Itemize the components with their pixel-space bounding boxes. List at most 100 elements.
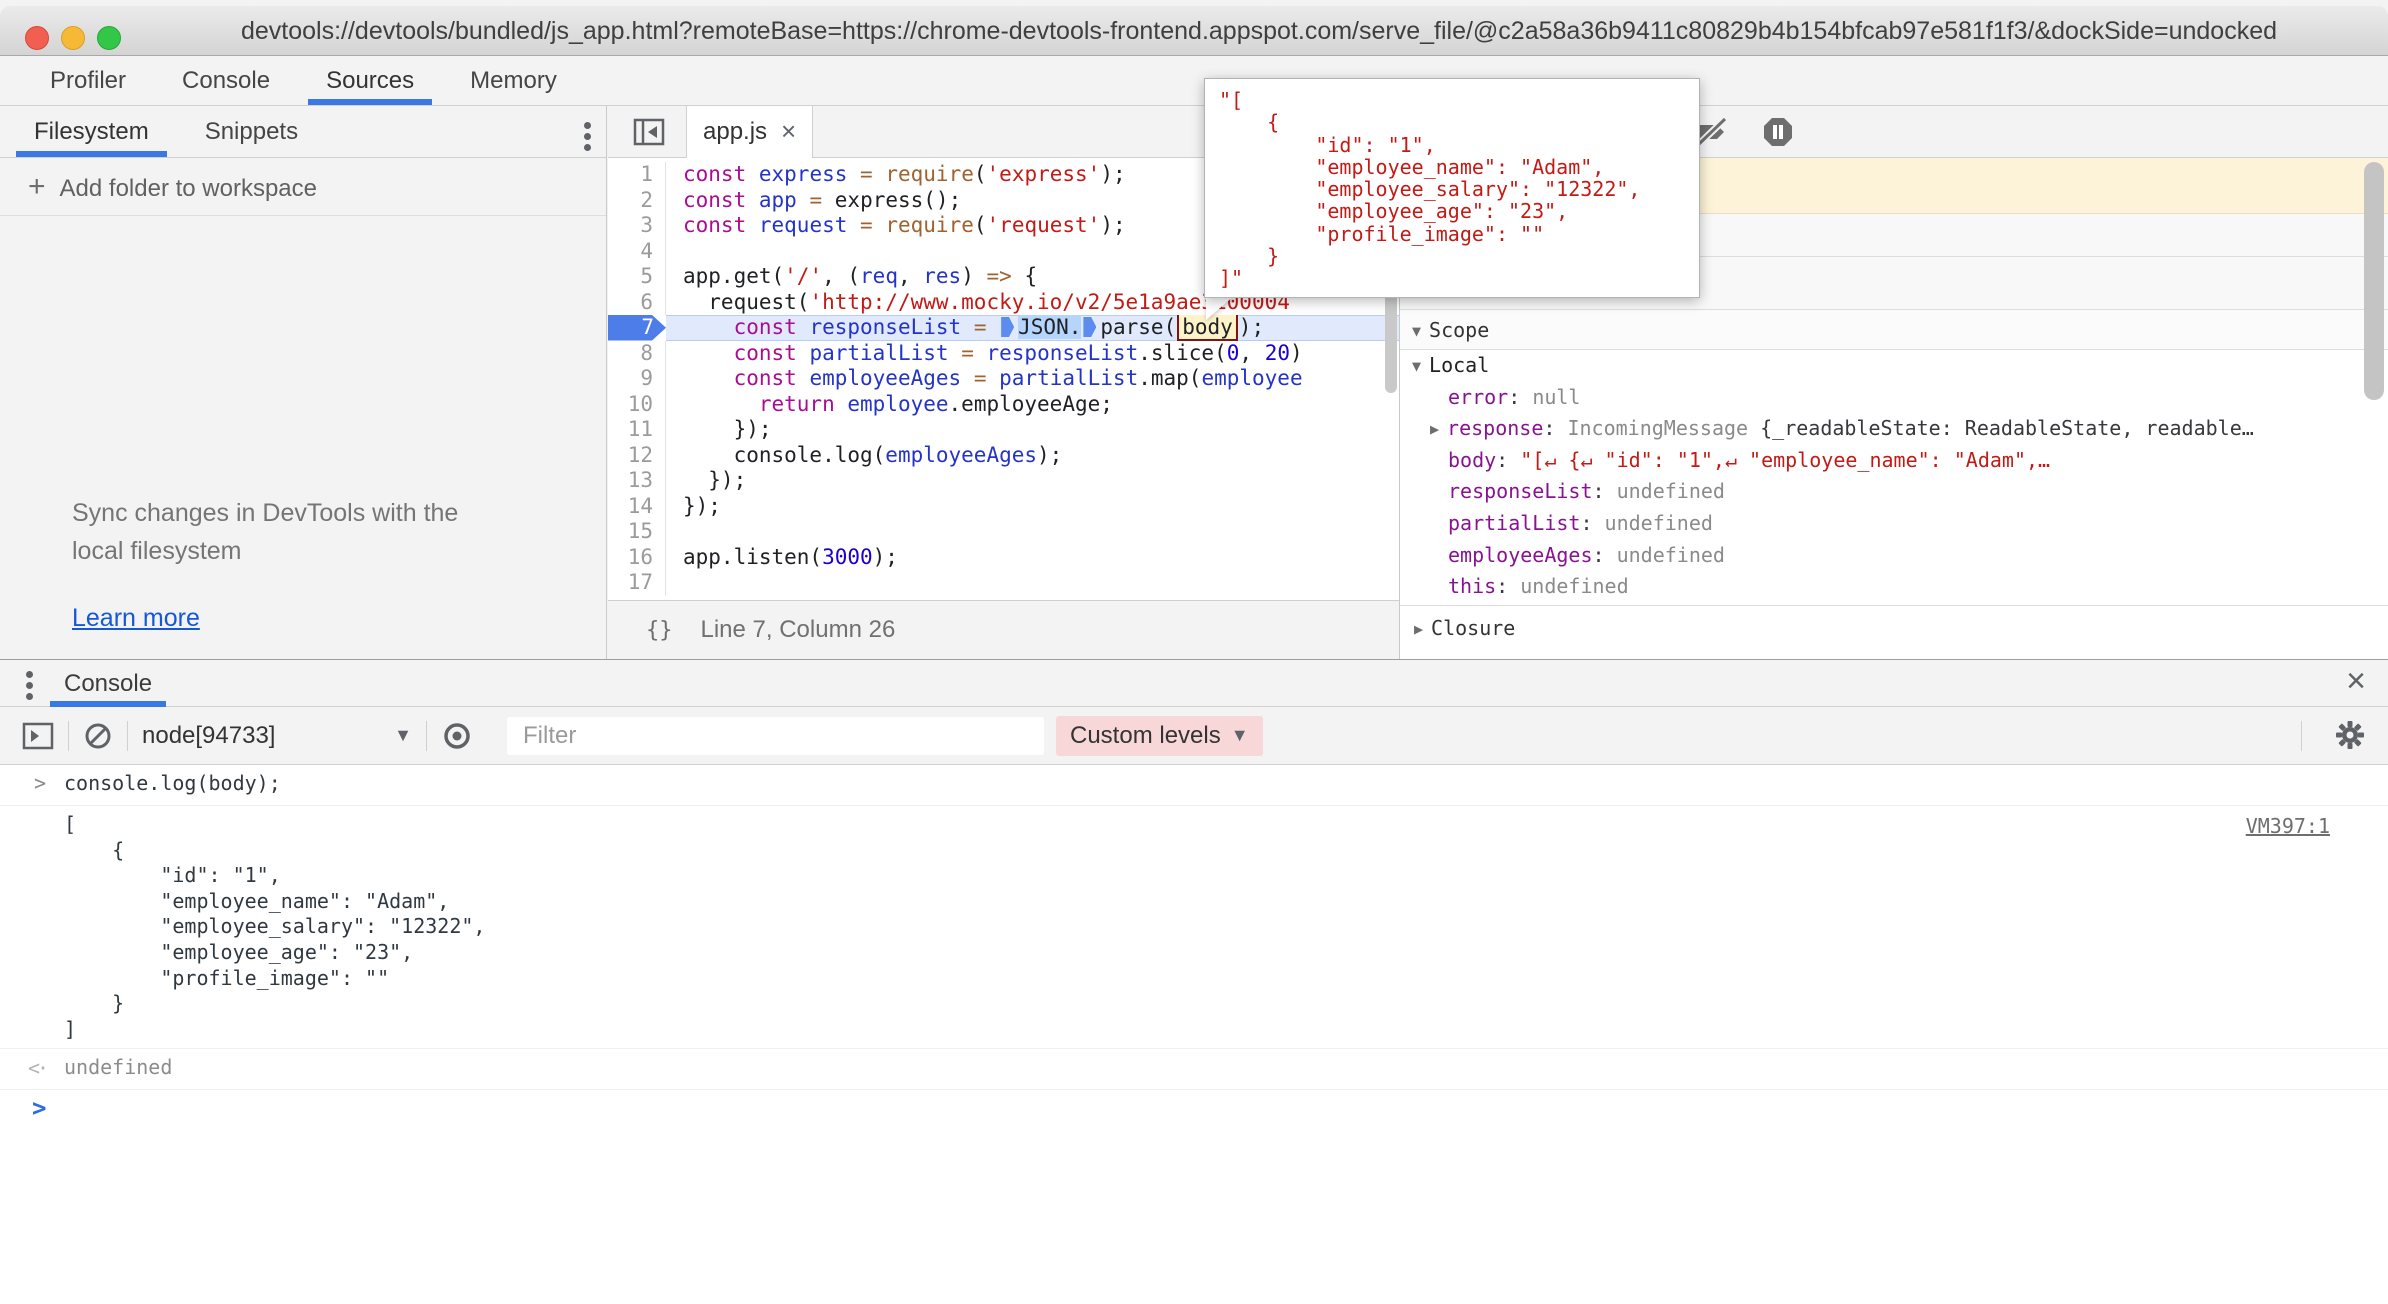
sidebar-vertical-scrollbar[interactable]	[2364, 162, 2384, 400]
line-number[interactable]: 15	[608, 519, 666, 545]
code-line-13[interactable]: 13 });	[608, 468, 1399, 494]
scope-closure-node[interactable]: ▶ Closure	[1400, 605, 2388, 649]
variable-value: undefined	[1520, 574, 1628, 598]
expand-icon[interactable]: ▶	[1430, 420, 1439, 438]
source-location-link[interactable]: VM397:1	[2246, 814, 2330, 840]
expand-icon: ▶	[1414, 620, 1423, 638]
code-line-text: const partialList = responseList.slice(0…	[666, 341, 1399, 367]
scope-local-node[interactable]: ▼Local	[1400, 350, 2388, 382]
custom-levels-dropdown[interactable]: Custom levels ▼	[1056, 716, 1263, 756]
value-preview-tooltip: "[ { "id": "1", "employee_name": "Adam",…	[1204, 78, 1700, 298]
console-output-row[interactable]: [ { "id": "1", "employee_name": "Adam", …	[0, 806, 2388, 1049]
drawer-more-options-icon[interactable]	[26, 667, 34, 704]
close-file-tab-icon[interactable]: ×	[781, 116, 796, 147]
line-number[interactable]: 8	[608, 341, 666, 367]
code-line-7[interactable]: 7 const responseList = JSON.parse(body);	[608, 315, 1399, 341]
clear-console-icon[interactable]	[83, 721, 113, 751]
tab-console[interactable]: Console	[154, 56, 298, 105]
console-prompt-row[interactable]: >	[0, 1090, 2388, 1130]
code-line-9[interactable]: 9 const employeeAges = partialList.map(e…	[608, 366, 1399, 392]
console-input-echo: console.log(body);	[64, 771, 2388, 797]
subtab-snippets[interactable]: Snippets	[177, 106, 326, 157]
variable-name: responseList	[1448, 479, 1593, 503]
line-number[interactable]: 16	[608, 545, 666, 571]
scope-variable-this[interactable]: this: undefined	[1400, 571, 2388, 603]
code-line-10[interactable]: 10 return employee.employeeAge;	[608, 392, 1399, 418]
line-number[interactable]: 5	[608, 264, 666, 290]
code-line-text	[666, 519, 1399, 545]
learn-more-link[interactable]: Learn more	[72, 604, 200, 633]
line-number[interactable]: 10	[608, 392, 666, 418]
file-tab-appjs[interactable]: app.js ×	[686, 106, 813, 158]
line-number[interactable]: 17	[608, 570, 666, 596]
subtab-filesystem[interactable]: Filesystem	[6, 106, 177, 157]
maximize-window-button[interactable]	[97, 26, 121, 50]
code-line-15[interactable]: 15	[608, 519, 1399, 545]
scope-variable-employeeAges[interactable]: employeeAges: undefined	[1400, 540, 2388, 572]
line-number[interactable]: 2	[608, 188, 666, 214]
code-line-11[interactable]: 11 });	[608, 417, 1399, 443]
line-number[interactable]: 3	[608, 213, 666, 239]
line-number[interactable]: 12	[608, 443, 666, 469]
deactivate-breakpoints-icon[interactable]	[1696, 116, 1730, 148]
scope-variable-responseList[interactable]: responseList: undefined	[1400, 476, 2388, 508]
pause-on-exceptions-icon[interactable]	[1762, 116, 1794, 148]
input-echo-chevron-icon: >	[34, 771, 46, 797]
scope-tree: ▼Local error: null▶response: IncomingMes…	[1400, 350, 2388, 603]
tab-console[interactable]: Console	[50, 660, 166, 707]
line-number[interactable]: 11	[608, 417, 666, 443]
code-line-text: const employeeAges = partialList.map(emp…	[666, 366, 1399, 392]
line-number[interactable]: 9	[608, 366, 666, 392]
main-tab-bar: ProfilerConsoleSourcesMemory	[0, 56, 2388, 106]
code-line-12[interactable]: 12 console.log(employeeAges);	[608, 443, 1399, 469]
tab-memory[interactable]: Memory	[442, 56, 585, 105]
execution-line-marker[interactable]: 7	[608, 315, 666, 341]
code-line-text: console.log(employeeAges);	[666, 443, 1399, 469]
code-line-14[interactable]: 14});	[608, 494, 1399, 520]
variable-name: this	[1448, 574, 1496, 598]
scope-variable-partialList[interactable]: partialList: undefined	[1400, 508, 2388, 540]
title-bar[interactable]: devtools://devtools/bundled/js_app.html?…	[0, 6, 2388, 56]
variable-value: null	[1532, 385, 1580, 409]
line-number[interactable]: 13	[608, 468, 666, 494]
tab-profiler[interactable]: Profiler	[22, 56, 154, 105]
line-number[interactable]: 1	[608, 162, 666, 188]
close-drawer-icon[interactable]: ×	[2346, 662, 2366, 701]
line-number[interactable]: 4	[608, 239, 666, 265]
line-number[interactable]: 6	[608, 290, 666, 316]
console-toolbar: node[94733] ▼ Custom levels ▼	[0, 707, 2388, 765]
console-sidebar-toggle-icon[interactable]	[22, 722, 54, 750]
code-line-16[interactable]: 16app.listen(3000);	[608, 545, 1399, 571]
navigator-more-options-icon[interactable]	[584, 118, 592, 155]
code-line-8[interactable]: 8 const partialList = responseList.slice…	[608, 341, 1399, 367]
variable-value: {_readableState: ReadableState, readable…	[1760, 416, 2254, 440]
closure-label: Closure	[1431, 616, 1515, 640]
chevron-down-icon: ▼	[394, 725, 412, 746]
filter-input[interactable]	[507, 717, 1044, 755]
tab-sources[interactable]: Sources	[298, 56, 442, 105]
console-input-echo-row[interactable]: > console.log(body);	[0, 765, 2388, 806]
variable-value: undefined	[1617, 543, 1725, 567]
add-folder-button[interactable]: +Add folder to workspace	[0, 158, 606, 216]
sync-description: Sync changes in DevTools with the local …	[72, 494, 512, 570]
add-folder-label: Add folder to workspace	[60, 175, 317, 202]
close-window-button[interactable]	[25, 26, 49, 50]
line-number[interactable]: 14	[608, 494, 666, 520]
console-settings-gear-icon[interactable]	[2334, 719, 2366, 751]
live-expression-eye-icon[interactable]	[441, 720, 473, 752]
scope-label: Scope	[1429, 318, 1489, 342]
minimize-window-button[interactable]	[61, 26, 85, 50]
execution-context-selector[interactable]: node[94733] ▼	[142, 722, 412, 750]
console-result-value: undefined	[64, 1055, 2388, 1081]
hide-navigator-icon[interactable]	[630, 115, 668, 149]
scope-variable-body[interactable]: body: "[↵ {↵ "id": "1",↵ "employee_name"…	[1400, 445, 2388, 477]
code-line-text	[666, 570, 1399, 596]
pretty-print-icon[interactable]: {}	[646, 618, 673, 643]
chevron-down-icon: ▼	[1231, 725, 1249, 746]
variable-value: undefined	[1617, 479, 1725, 503]
scope-variable-error[interactable]: error: null	[1400, 382, 2388, 414]
console-result-row: <· undefined	[0, 1049, 2388, 1090]
scope-section-header[interactable]: ▼Scope	[1400, 310, 2388, 350]
code-line-17[interactable]: 17	[608, 570, 1399, 596]
scope-variable-response[interactable]: ▶response: IncomingMessage {_readableSta…	[1400, 413, 2388, 445]
